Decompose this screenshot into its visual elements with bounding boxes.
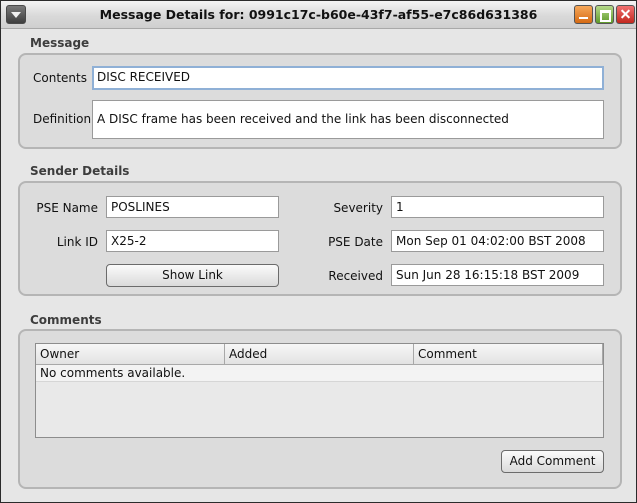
title-bar[interactable]: Message Details for: 0991c17c-b60e-43f7-… — [1, 1, 636, 29]
pse-name-field[interactable]: POSLINES — [106, 196, 279, 218]
column-header-owner[interactable]: Owner — [36, 344, 225, 364]
severity-field[interactable]: 1 — [391, 196, 604, 218]
comments-section-title: Comments — [30, 313, 102, 327]
contents-label: Contents — [33, 71, 87, 85]
link-id-field[interactable]: X25-2 — [106, 230, 279, 252]
window-title: Message Details for: 0991c17c-b60e-43f7-… — [99, 7, 538, 22]
add-comment-button[interactable]: Add Comment — [501, 450, 604, 473]
message-section-title: Message — [30, 36, 90, 50]
column-header-added[interactable]: Added — [225, 344, 414, 364]
message-details-window: Message Details for: 0991c17c-b60e-43f7-… — [0, 0, 637, 503]
comments-table-header: Owner Added Comment — [36, 344, 603, 365]
pse-name-label: PSE Name — [36, 201, 98, 215]
pse-date-field[interactable]: Mon Sep 01 04:02:00 BST 2008 — [391, 230, 604, 252]
sender-section-title: Sender Details — [30, 164, 130, 178]
link-id-label: Link ID — [56, 235, 98, 249]
severity-label: Severity — [333, 201, 383, 215]
show-link-button[interactable]: Show Link — [106, 264, 279, 287]
minimize-button[interactable] — [574, 5, 593, 24]
comments-table[interactable]: Owner Added Comment No comments availabl… — [35, 343, 604, 438]
definition-field[interactable]: A DISC frame has been received and the l… — [92, 100, 604, 139]
definition-label: Definition — [33, 112, 92, 126]
close-button[interactable] — [616, 5, 635, 24]
maximize-button[interactable] — [595, 5, 614, 24]
table-row: No comments available. — [36, 365, 603, 382]
pse-date-label: PSE Date — [328, 235, 383, 249]
column-header-comment[interactable]: Comment — [414, 344, 603, 364]
received-field[interactable]: Sun Jun 28 16:15:18 BST 2009 — [391, 264, 604, 286]
received-label: Received — [328, 269, 383, 283]
contents-field[interactable]: DISC RECEIVED — [92, 66, 604, 90]
